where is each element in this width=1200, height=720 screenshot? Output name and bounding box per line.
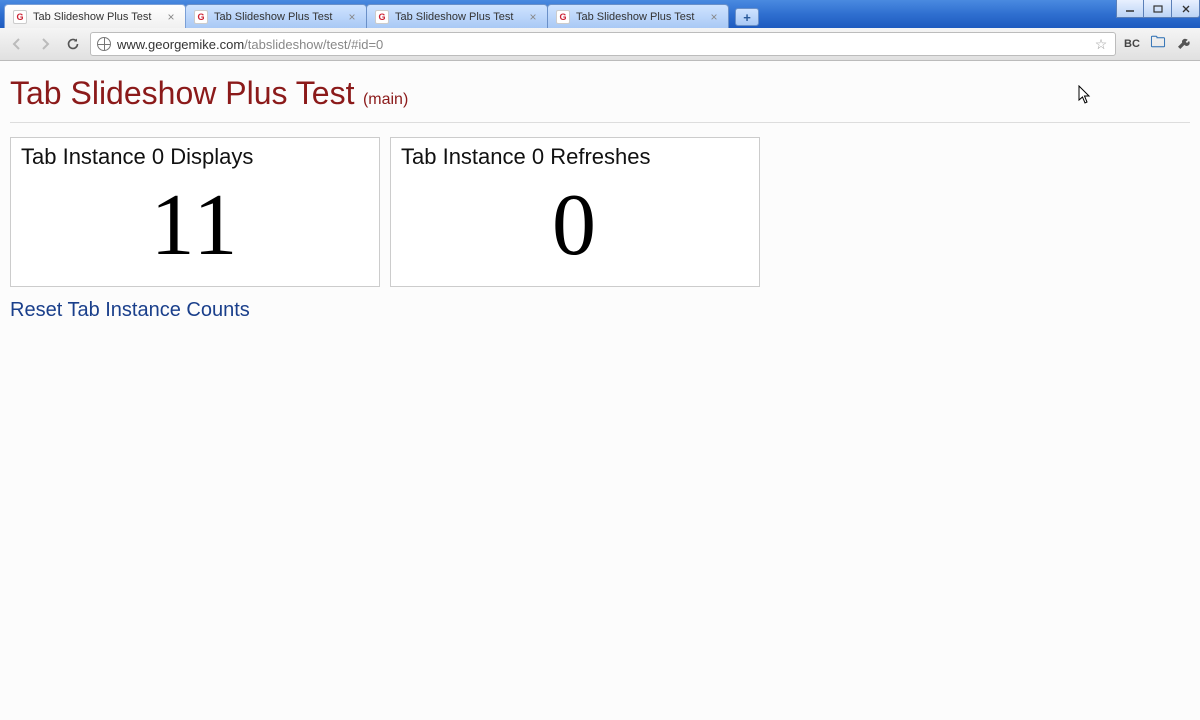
maximize-button[interactable] <box>1144 0 1172 18</box>
browser-tab-0[interactable]: G Tab Slideshow Plus Test × <box>4 4 186 28</box>
stat-boxes: Tab Instance 0 Displays 11 Tab Instance … <box>10 137 1190 287</box>
divider <box>10 122 1190 123</box>
refreshes-value: 0 <box>401 174 749 274</box>
page-subtitle: (main) <box>363 91 408 108</box>
bookmark-star-icon[interactable]: ☆ <box>1093 36 1109 52</box>
browser-tab-2[interactable]: G Tab Slideshow Plus Test × <box>366 4 548 28</box>
extension-folder-icon[interactable]: 🗀 <box>1148 34 1168 54</box>
address-bar[interactable]: www.georgemike.com/tabslideshow/test/#id… <box>90 32 1116 56</box>
displays-label: Tab Instance 0 Displays <box>21 144 369 170</box>
cursor-icon <box>1078 85 1092 105</box>
minimize-button[interactable] <box>1116 0 1144 18</box>
displays-box: Tab Instance 0 Displays 11 <box>10 137 380 287</box>
forward-button[interactable] <box>34 33 56 55</box>
favicon-icon: G <box>194 10 208 24</box>
displays-value: 11 <box>21 174 369 274</box>
tab-title: Tab Slideshow Plus Test <box>33 11 159 23</box>
tab-title: Tab Slideshow Plus Test <box>576 11 702 23</box>
window-controls <box>1116 0 1200 20</box>
reset-link[interactable]: Reset Tab Instance Counts <box>10 299 1190 322</box>
tab-close-icon[interactable]: × <box>527 11 539 23</box>
url-host: www.georgemike.com <box>117 37 244 52</box>
page-content: Tab Slideshow Plus Test (main) Tab Insta… <box>0 61 1200 720</box>
tab-title: Tab Slideshow Plus Test <box>395 11 521 23</box>
refreshes-box: Tab Instance 0 Refreshes 0 <box>390 137 760 287</box>
favicon-icon: G <box>375 10 389 24</box>
favicon-icon: G <box>13 10 27 24</box>
tab-close-icon[interactable]: × <box>165 11 177 23</box>
back-button[interactable] <box>6 33 28 55</box>
close-button[interactable] <box>1172 0 1200 18</box>
tab-title: Tab Slideshow Plus Test <box>214 11 340 23</box>
refreshes-label: Tab Instance 0 Refreshes <box>401 144 749 170</box>
globe-icon <box>97 37 111 51</box>
favicon-icon: G <box>556 10 570 24</box>
new-tab-button[interactable]: + <box>735 8 759 26</box>
browser-tab-1[interactable]: G Tab Slideshow Plus Test × <box>185 4 367 28</box>
browser-toolbar: www.georgemike.com/tabslideshow/test/#id… <box>0 28 1200 61</box>
browser-tab-3[interactable]: G Tab Slideshow Plus Test × <box>547 4 729 28</box>
reload-button[interactable] <box>62 33 84 55</box>
page-title: Tab Slideshow Plus Test <box>10 75 354 111</box>
tab-strip: G Tab Slideshow Plus Test × G Tab Slides… <box>4 2 759 28</box>
url-text: www.georgemike.com/tabslideshow/test/#id… <box>117 37 1087 52</box>
extension-bc-icon[interactable]: BC <box>1122 34 1142 54</box>
url-path: /tabslideshow/test/#id=0 <box>244 37 383 52</box>
extension-wrench-icon[interactable] <box>1174 34 1194 54</box>
tab-close-icon[interactable]: × <box>346 11 358 23</box>
browser-titlebar: G Tab Slideshow Plus Test × G Tab Slides… <box>0 0 1200 28</box>
tab-close-icon[interactable]: × <box>708 11 720 23</box>
